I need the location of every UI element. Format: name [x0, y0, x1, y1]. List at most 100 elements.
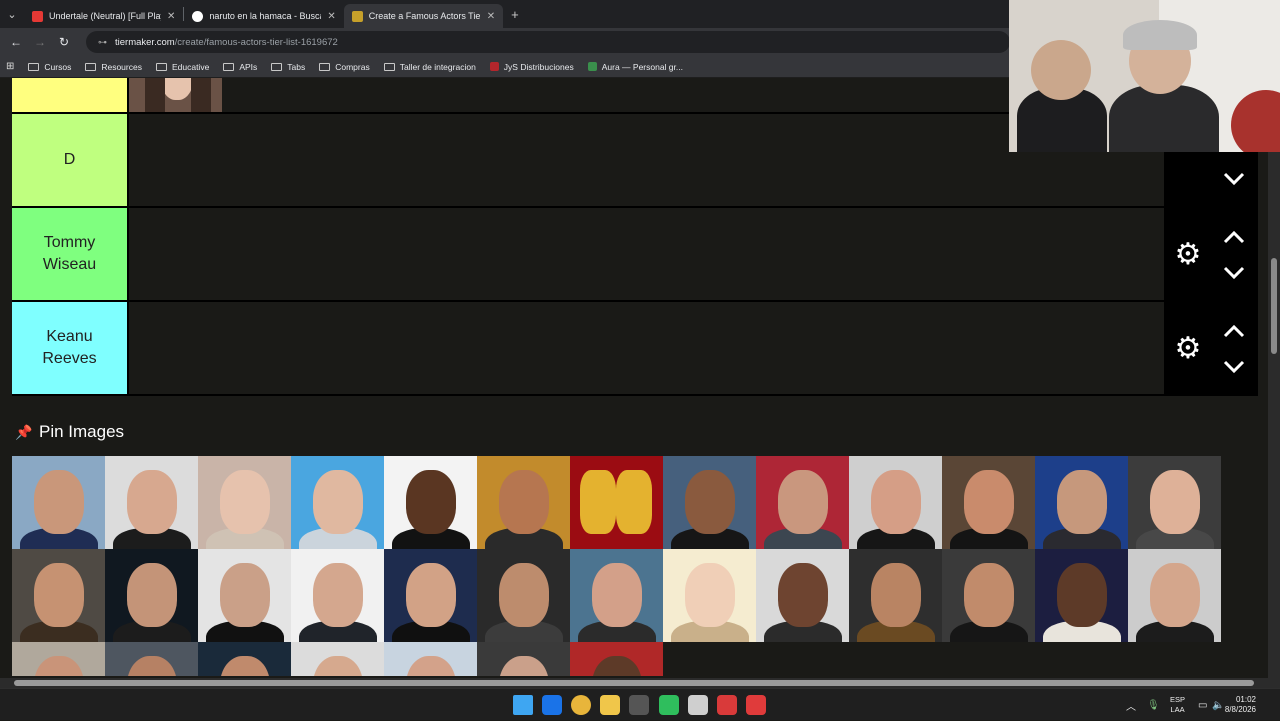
bookmark-cursos[interactable]: Cursos: [28, 62, 71, 72]
microphone-icon[interactable]: 🎙: [1147, 689, 1160, 721]
tier-items[interactable]: [129, 208, 1165, 300]
actor-image[interactable]: [570, 549, 663, 642]
new-tab-button[interactable]: +: [503, 7, 527, 22]
chevron-up-icon[interactable]: [1223, 324, 1245, 338]
chevron-down-icon[interactable]: [1223, 360, 1245, 374]
back-icon[interactable]: ←: [4, 35, 28, 49]
actor-image[interactable]: [849, 549, 942, 642]
actor-image[interactable]: [291, 642, 384, 676]
actor-face: [685, 563, 735, 627]
chevron-down-icon[interactable]: [1223, 266, 1245, 280]
actor-image[interactable]: [477, 456, 570, 549]
tab-undertale[interactable]: Undertale (Neutral) [Full Playthr ✕: [24, 4, 183, 28]
actor-image[interactable]: [105, 456, 198, 549]
bookmark-tabs[interactable]: Tabs: [271, 62, 305, 72]
actor-image[interactable]: [570, 456, 663, 549]
tab-tiermaker[interactable]: Create a Famous Actors Tier List ✕: [343, 4, 504, 28]
bookmark-aura[interactable]: Aura — Personal gr...: [587, 62, 683, 72]
gear-icon[interactable]: ⚙: [1171, 332, 1205, 366]
actor-image[interactable]: [570, 642, 663, 676]
actor-image[interactable]: [477, 642, 570, 676]
volume-icon[interactable]: 🔈: [1212, 689, 1224, 721]
bookmark-apis[interactable]: APIs: [223, 62, 257, 72]
bookmark-compras[interactable]: Compras: [319, 62, 370, 72]
tray-chevron-icon[interactable]: ︿: [1126, 689, 1136, 721]
pin-images-label: Pin Images: [39, 422, 125, 441]
tab-naruto-search[interactable]: naruto en la hamaca - Buscar co ✕: [184, 4, 343, 28]
actor-image[interactable]: [756, 549, 849, 642]
apps-icon[interactable]: ⊞: [6, 61, 14, 72]
actor-face: [685, 470, 735, 534]
actor-image[interactable]: [942, 549, 1035, 642]
scroll-thumb[interactable]: [1271, 258, 1277, 354]
actor-face: [1150, 563, 1200, 627]
url-input[interactable]: ⊶ tiermaker.com/create/famous-actors-tie…: [86, 31, 1010, 53]
actor-image[interactable]: [756, 456, 849, 549]
actor-image[interactable]: [105, 642, 198, 676]
bookmark-jys[interactable]: JyS Distribuciones: [489, 62, 574, 72]
bookmark-educative[interactable]: Educative: [155, 62, 209, 72]
tier-label[interactable]: Keanu Reeves: [12, 302, 129, 394]
tier-items[interactable]: [129, 302, 1165, 394]
actor-image[interactable]: [384, 642, 477, 676]
vertical-scrollbar[interactable]: [1268, 152, 1280, 680]
placed-image[interactable]: [129, 78, 222, 112]
actor-image[interactable]: [849, 456, 942, 549]
google-icon: [192, 10, 204, 22]
actor-image[interactable]: [1128, 456, 1221, 549]
tier-label[interactable]: [12, 78, 129, 112]
actor-image[interactable]: [1035, 549, 1128, 642]
close-tab-icon[interactable]: ✕: [167, 11, 175, 22]
actor-image[interactable]: [1128, 549, 1221, 642]
forward-icon[interactable]: →: [28, 35, 52, 49]
actor-image[interactable]: [12, 642, 105, 676]
actor-image[interactable]: [291, 456, 384, 549]
app-bolt-icon[interactable]: [746, 695, 766, 715]
horizontal-scrollbar[interactable]: [0, 678, 1280, 688]
actor-image[interactable]: [477, 549, 570, 642]
app-red-icon[interactable]: [717, 695, 737, 715]
bookmark-label: Cursos: [44, 61, 72, 72]
gear-icon[interactable]: ⚙: [1171, 238, 1205, 272]
actor-image[interactable]: [198, 549, 291, 642]
actor-image[interactable]: [198, 642, 291, 676]
openai-icon[interactable]: [688, 695, 708, 715]
actor-face: [871, 563, 921, 627]
actor-image[interactable]: [12, 549, 105, 642]
chevron-down-icon[interactable]: [1223, 172, 1245, 186]
reload-icon[interactable]: ↻: [52, 35, 76, 49]
network-icon[interactable]: ▭: [1198, 689, 1207, 721]
tier-label[interactable]: D: [12, 114, 129, 206]
bookmark-taller[interactable]: Taller de integracion: [383, 62, 476, 72]
pin-images-toggle[interactable]: 📌 Pin Images: [15, 422, 124, 442]
windows-start-icon[interactable]: [513, 695, 533, 715]
date: 8/8/2026: [1224, 705, 1256, 714]
file-explorer-icon[interactable]: [600, 695, 620, 715]
actor-image[interactable]: [105, 549, 198, 642]
actor-image[interactable]: [291, 549, 384, 642]
site-info-icon[interactable]: ⊶: [98, 37, 107, 48]
chevron-up-icon[interactable]: [1223, 230, 1245, 244]
actor-image[interactable]: [12, 456, 105, 549]
folder-icon: [271, 62, 283, 71]
close-tab-icon[interactable]: ✕: [327, 11, 335, 22]
actor-image[interactable]: [1035, 456, 1128, 549]
whatsapp-icon[interactable]: [659, 695, 679, 715]
close-tab-icon[interactable]: ✕: [487, 11, 495, 22]
actor-image[interactable]: [942, 456, 1035, 549]
actor-image[interactable]: [198, 456, 291, 549]
scroll-thumb[interactable]: [14, 680, 1254, 686]
actor-face: [127, 656, 177, 676]
mail-icon[interactable]: [542, 695, 562, 715]
bookmark-resources[interactable]: Resources: [85, 62, 142, 72]
actor-image[interactable]: [663, 549, 756, 642]
tab-search-icon[interactable]: ⌄: [0, 0, 24, 28]
clock[interactable]: 01:02 8/8/2026: [1225, 695, 1256, 715]
actor-image[interactable]: [663, 456, 756, 549]
app-dark-icon[interactable]: [629, 695, 649, 715]
language-indicator[interactable]: ESP LAA: [1170, 695, 1185, 715]
chrome-icon[interactable]: [571, 695, 591, 715]
actor-image[interactable]: [384, 549, 477, 642]
tier-label[interactable]: Tommy Wiseau: [12, 208, 129, 300]
actor-image[interactable]: [384, 456, 477, 549]
